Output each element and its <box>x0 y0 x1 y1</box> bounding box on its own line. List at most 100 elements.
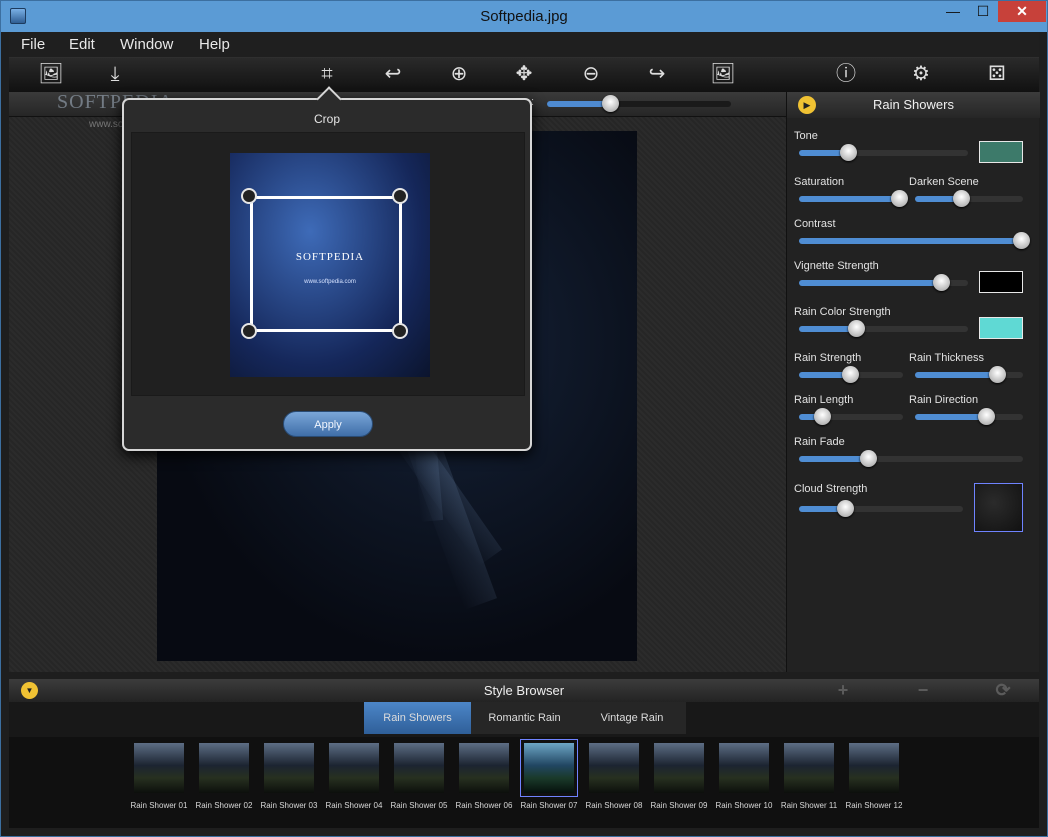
darken-scene-label: Darken Scene <box>909 176 979 188</box>
menu-file[interactable]: File <box>21 36 45 53</box>
slider-knob[interactable] <box>860 450 878 467</box>
minimize-button[interactable]: — <box>938 1 968 22</box>
tone-label: Tone <box>794 130 818 142</box>
rain-length-slider[interactable] <box>799 408 903 425</box>
style-thumbnail-label: Rain Shower 08 <box>585 801 643 810</box>
rain-direction-label: Rain Direction <box>909 394 979 406</box>
crop-rectangle[interactable] <box>250 196 402 332</box>
crop-icon[interactable]: ⌗ <box>312 60 342 88</box>
slider-knob[interactable] <box>836 500 854 517</box>
slider-knob[interactable] <box>848 320 866 337</box>
rain-color-swatch[interactable] <box>979 317 1023 339</box>
tab-rain-showers[interactable]: Rain Showers <box>364 702 471 734</box>
slider-fill <box>799 456 869 462</box>
cloud-strength-slider[interactable] <box>799 500 963 517</box>
crop-handle-bottom-left[interactable] <box>241 323 257 339</box>
style-thumbnail-label: Rain Shower 03 <box>260 801 318 810</box>
style-thumbnail[interactable] <box>784 743 834 793</box>
menu-help[interactable]: Help <box>199 36 230 53</box>
rain-color-strength-slider[interactable] <box>799 320 968 337</box>
settings-icon[interactable]: ⚙ <box>906 60 936 88</box>
slider-knob[interactable] <box>932 274 950 291</box>
rain-direction-slider[interactable] <box>915 408 1023 425</box>
contrast-label: Contrast <box>794 218 836 230</box>
panel-title: Rain Showers <box>873 97 954 112</box>
rain-fade-slider[interactable] <box>799 450 1023 467</box>
tab-vintage-rain[interactable]: Vintage Rain <box>578 702 686 734</box>
add-style-icon[interactable]: + <box>833 680 853 700</box>
style-thumbnail[interactable] <box>394 743 444 793</box>
style-thumbnail[interactable] <box>264 743 314 793</box>
zoom-slider[interactable] <box>547 95 731 112</box>
settings-panel: ▶ Rain Showers Tone Saturation Darken Sc… <box>786 92 1040 672</box>
cloud-strength-label: Cloud Strength <box>794 483 868 495</box>
menu-window[interactable]: Window <box>120 36 173 53</box>
style-thumbnail[interactable] <box>329 743 379 793</box>
slider-knob[interactable] <box>953 190 971 207</box>
zoom-in-icon[interactable]: ⊕ <box>444 60 474 88</box>
cloud-texture-swatch[interactable] <box>974 483 1023 532</box>
vignette-strength-slider[interactable] <box>799 274 968 291</box>
zoom-slider-knob[interactable] <box>601 95 619 112</box>
slider-knob[interactable] <box>840 144 857 161</box>
rain-fade-label: Rain Fade <box>794 436 845 448</box>
style-thumbnail[interactable] <box>849 743 899 793</box>
rain-length-label: Rain Length <box>794 394 854 406</box>
redo-icon[interactable]: ↪ <box>642 60 672 88</box>
slider-knob[interactable] <box>1012 232 1030 249</box>
style-thumbnail-label: Rain Shower 01 <box>130 801 188 810</box>
style-thumbnail[interactable] <box>654 743 704 793</box>
crop-handle-top-left[interactable] <box>241 188 257 204</box>
style-thumbnails: Rain Shower 01 Rain Shower 02 Rain Shower … <box>9 737 1039 828</box>
vignette-color-swatch[interactable] <box>979 271 1023 293</box>
menu-edit[interactable]: Edit <box>69 36 95 53</box>
zoom-out-icon[interactable]: ⊖ <box>576 60 606 88</box>
save-icon[interactable]: ⤓ <box>100 60 130 88</box>
slider-knob[interactable] <box>891 190 909 207</box>
style-thumbnail-label: Rain Shower 09 <box>650 801 708 810</box>
reset-style-icon[interactable]: ⟳ <box>993 680 1013 700</box>
info-icon[interactable]: ⓘ <box>831 60 861 88</box>
style-thumbnail[interactable] <box>199 743 249 793</box>
title-bar: Softpedia.jpg — ☐ ✕ <box>1 1 1047 32</box>
style-thumbnail-label: Rain Shower 12 <box>845 801 903 810</box>
style-thumbnail[interactable] <box>134 743 184 793</box>
darken-scene-slider[interactable] <box>915 190 1023 207</box>
style-thumbnail[interactable] <box>719 743 769 793</box>
slider-knob[interactable] <box>813 408 831 425</box>
crop-handle-top-right[interactable] <box>392 188 408 204</box>
crop-preview-well: SOFTPEDIA www.softpedia.com <box>131 132 525 396</box>
rain-color-strength-label: Rain Color Strength <box>794 306 891 318</box>
remove-style-icon[interactable]: − <box>913 680 933 700</box>
saturation-label: Saturation <box>794 176 845 188</box>
image-open-icon[interactable]: 🖼 <box>36 60 66 88</box>
tab-romantic-rain[interactable]: Romantic Rain <box>471 702 578 734</box>
tone-slider[interactable] <box>799 144 968 161</box>
slider-knob[interactable] <box>989 366 1007 383</box>
move-icon[interactable]: ✥ <box>509 60 539 88</box>
saturation-slider[interactable] <box>799 190 909 207</box>
style-thumbnail[interactable] <box>520 739 578 797</box>
random-dice-icon[interactable]: ⚄ <box>982 60 1012 88</box>
app-window: Softpedia.jpg — ☐ ✕ File Edit Window Hel… <box>0 0 1048 837</box>
slider-knob[interactable] <box>978 408 996 425</box>
style-browser-header: ▼ Style Browser + − ⟳ <box>9 679 1039 702</box>
rain-strength-slider[interactable] <box>799 366 903 383</box>
rain-thickness-slider[interactable] <box>915 366 1023 383</box>
tone-color-swatch[interactable] <box>979 141 1023 163</box>
rain-thickness-label: Rain Thickness <box>909 352 984 364</box>
style-thumbnail[interactable] <box>459 743 509 793</box>
style-thumbnail-label: Rain Shower 07 <box>520 801 578 810</box>
crop-thumbnail: SOFTPEDIA www.softpedia.com <box>230 153 430 377</box>
close-button[interactable]: ✕ <box>998 1 1046 22</box>
style-thumbnail-label: Rain Shower 06 <box>455 801 513 810</box>
apply-button[interactable]: Apply <box>283 411 373 437</box>
crop-handle-bottom-right[interactable] <box>392 323 408 339</box>
contrast-slider[interactable] <box>799 232 1030 249</box>
slider-fill <box>799 196 900 202</box>
rotate-icon[interactable]: ↩ <box>378 60 408 88</box>
style-thumbnail[interactable] <box>589 743 639 793</box>
fit-image-icon[interactable]: 🖼 <box>708 60 738 88</box>
maximize-button[interactable]: ☐ <box>968 1 998 22</box>
slider-knob[interactable] <box>841 366 859 383</box>
